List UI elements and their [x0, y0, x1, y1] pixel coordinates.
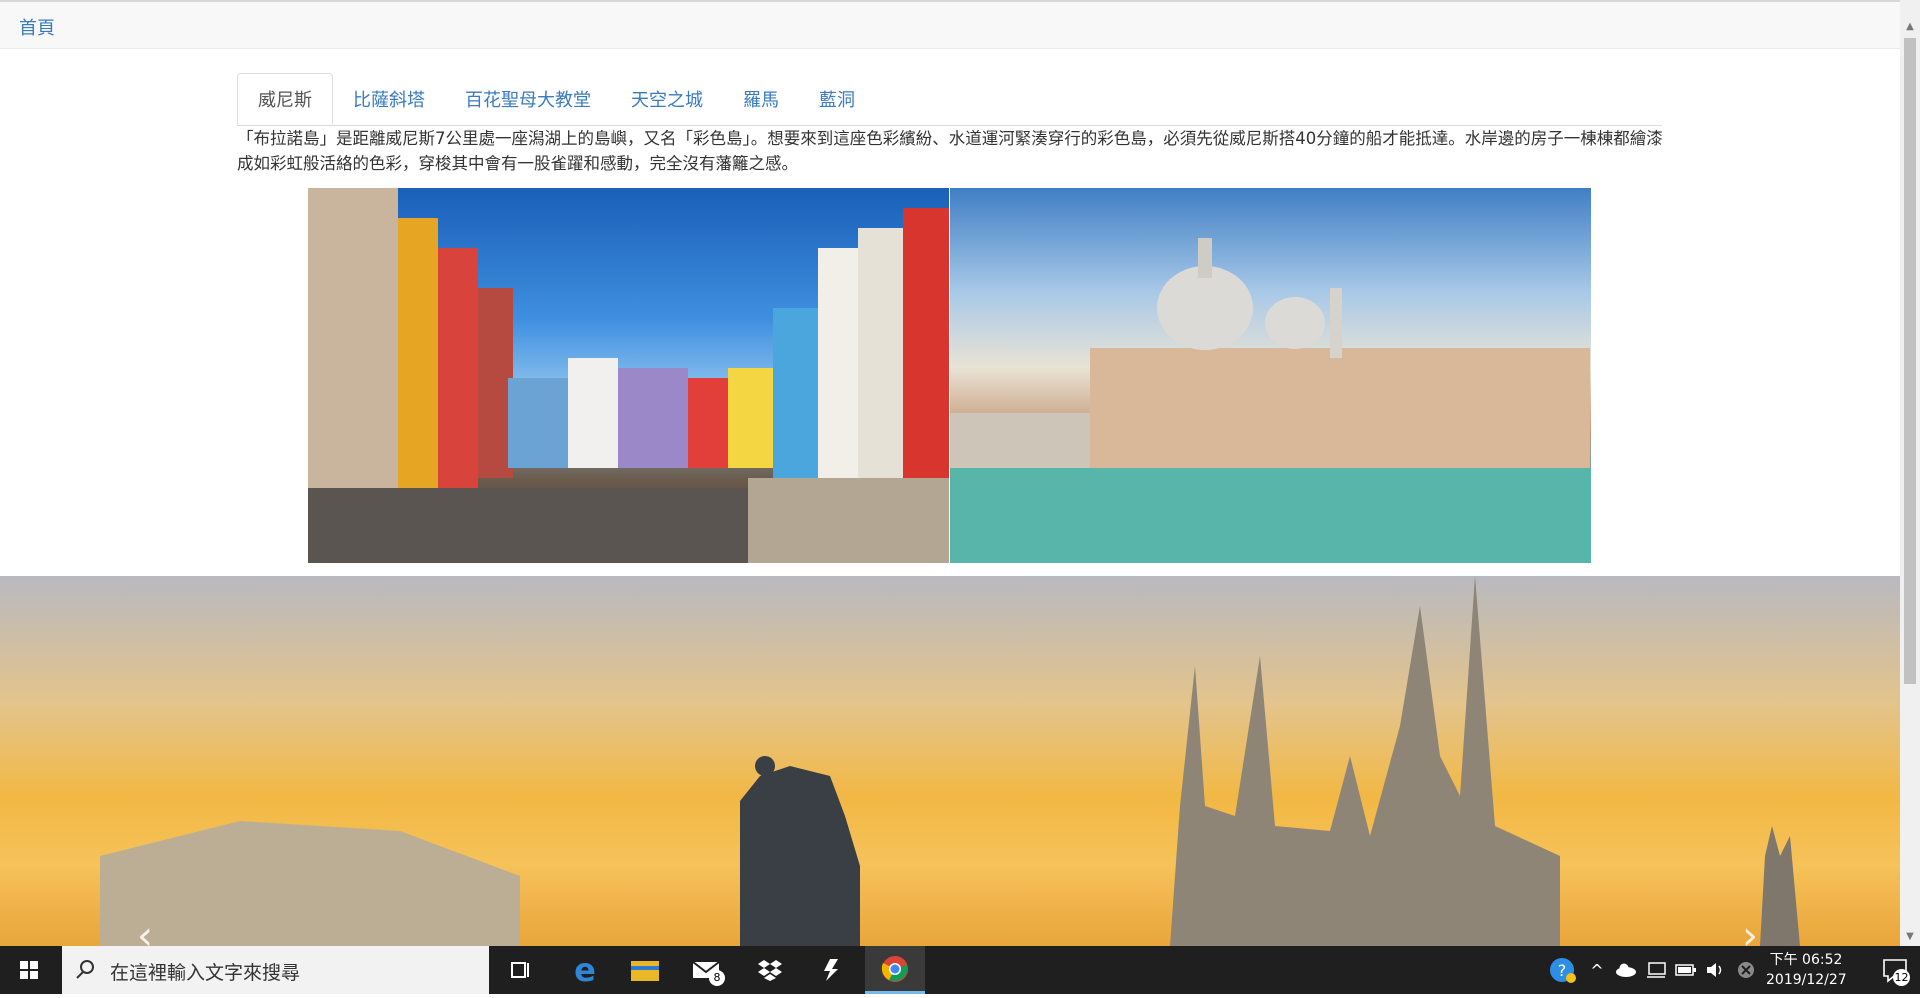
grand-canal-photo [950, 188, 1591, 563]
milan-banner: ‹ › [0, 576, 1900, 946]
tab-description: 「布拉諾島」是距離威尼斯7公里處一座潟湖上的島嶼，又名「彩色島」。想要來到這座色… [237, 129, 1663, 173]
nav-home-link[interactable]: 首頁 [19, 14, 55, 40]
help-tray-button[interactable]: ? [1544, 946, 1582, 994]
search-icon [76, 960, 94, 979]
network-icon [1647, 962, 1666, 978]
chrome-icon [881, 955, 908, 982]
page-scrollbar[interactable]: ▲ ▼ [1900, 0, 1920, 946]
dropbox-icon [758, 960, 782, 981]
photo-gallery [308, 188, 1591, 563]
scrollbar-thumb[interactable] [1904, 38, 1916, 684]
clock-time: 下午 06:52 [1769, 952, 1843, 968]
dropbox-button[interactable] [740, 946, 800, 994]
top-navbar: 首頁 [0, 0, 1900, 49]
show-hidden-icons-button[interactable]: ^ [1584, 946, 1610, 994]
edge-icon: e [574, 951, 596, 989]
action-center-button[interactable]: 12 [1870, 946, 1920, 994]
tab-blue-grotto[interactable]: 藍洞 [799, 73, 875, 124]
notification-icon [1883, 959, 1907, 983]
task-view-icon [511, 962, 529, 978]
taskbar-search-box[interactable]: 在這裡輸入文字來搜尋 [62, 946, 489, 994]
chrome-button[interactable] [865, 946, 925, 994]
tab-rome[interactable]: 羅馬 [723, 73, 799, 124]
network-tray-button[interactable] [1642, 946, 1670, 994]
tab-venice[interactable]: 威尼斯 [237, 73, 333, 125]
start-button[interactable] [0, 946, 60, 994]
notification-count-badge: 12 [1893, 969, 1910, 986]
battery-tray-button[interactable] [1672, 946, 1700, 994]
speaker-icon [1707, 963, 1722, 977]
cloud-icon [1616, 963, 1636, 977]
windows-taskbar: 在這裡輸入文字來搜尋 e 8 ? ^ 下午 06:52 2019/12/27 1… [0, 946, 1920, 994]
lightning-app-icon [824, 959, 838, 981]
burano-photo [308, 188, 949, 563]
scroll-down-arrow-icon[interactable]: ▼ [1900, 928, 1920, 946]
taskbar-clock[interactable]: 下午 06:52 2019/12/27 [1766, 950, 1847, 990]
close-circle-icon [1738, 962, 1754, 978]
carousel-prev-button[interactable]: ‹ [125, 916, 165, 946]
chevron-up-icon: ^ [1590, 960, 1604, 980]
tab-florence-cathedral[interactable]: 百花聖母大教堂 [445, 73, 611, 124]
volume-tray-button[interactable] [1702, 946, 1730, 994]
tab-civita[interactable]: 天空之城 [611, 73, 723, 124]
svg-text:?: ? [1558, 961, 1567, 980]
app-button[interactable] [802, 946, 862, 994]
disconnect-tray-button[interactable] [1732, 946, 1760, 994]
edge-browser-button[interactable]: e [555, 946, 615, 994]
help-icon: ? [1550, 958, 1576, 983]
folder-icon [631, 961, 659, 981]
mail-badge: 8 [709, 970, 725, 986]
mail-button[interactable]: 8 [677, 946, 737, 994]
windows-logo-icon [20, 961, 38, 979]
search-placeholder: 在這裡輸入文字來搜尋 [110, 962, 301, 984]
file-explorer-button[interactable] [615, 946, 675, 994]
scroll-up-arrow-icon[interactable]: ▲ [1900, 18, 1920, 36]
tab-bar: 威尼斯 比薩斜塔 百花聖母大教堂 天空之城 羅馬 藍洞 [237, 73, 1662, 126]
battery-icon [1675, 964, 1696, 976]
tab-pisa[interactable]: 比薩斜塔 [333, 73, 445, 124]
carousel-next-button[interactable]: › [1730, 916, 1770, 946]
task-view-button[interactable] [490, 946, 550, 994]
clock-date: 2019/12/27 [1766, 972, 1847, 988]
onedrive-tray-button[interactable] [1612, 946, 1640, 994]
